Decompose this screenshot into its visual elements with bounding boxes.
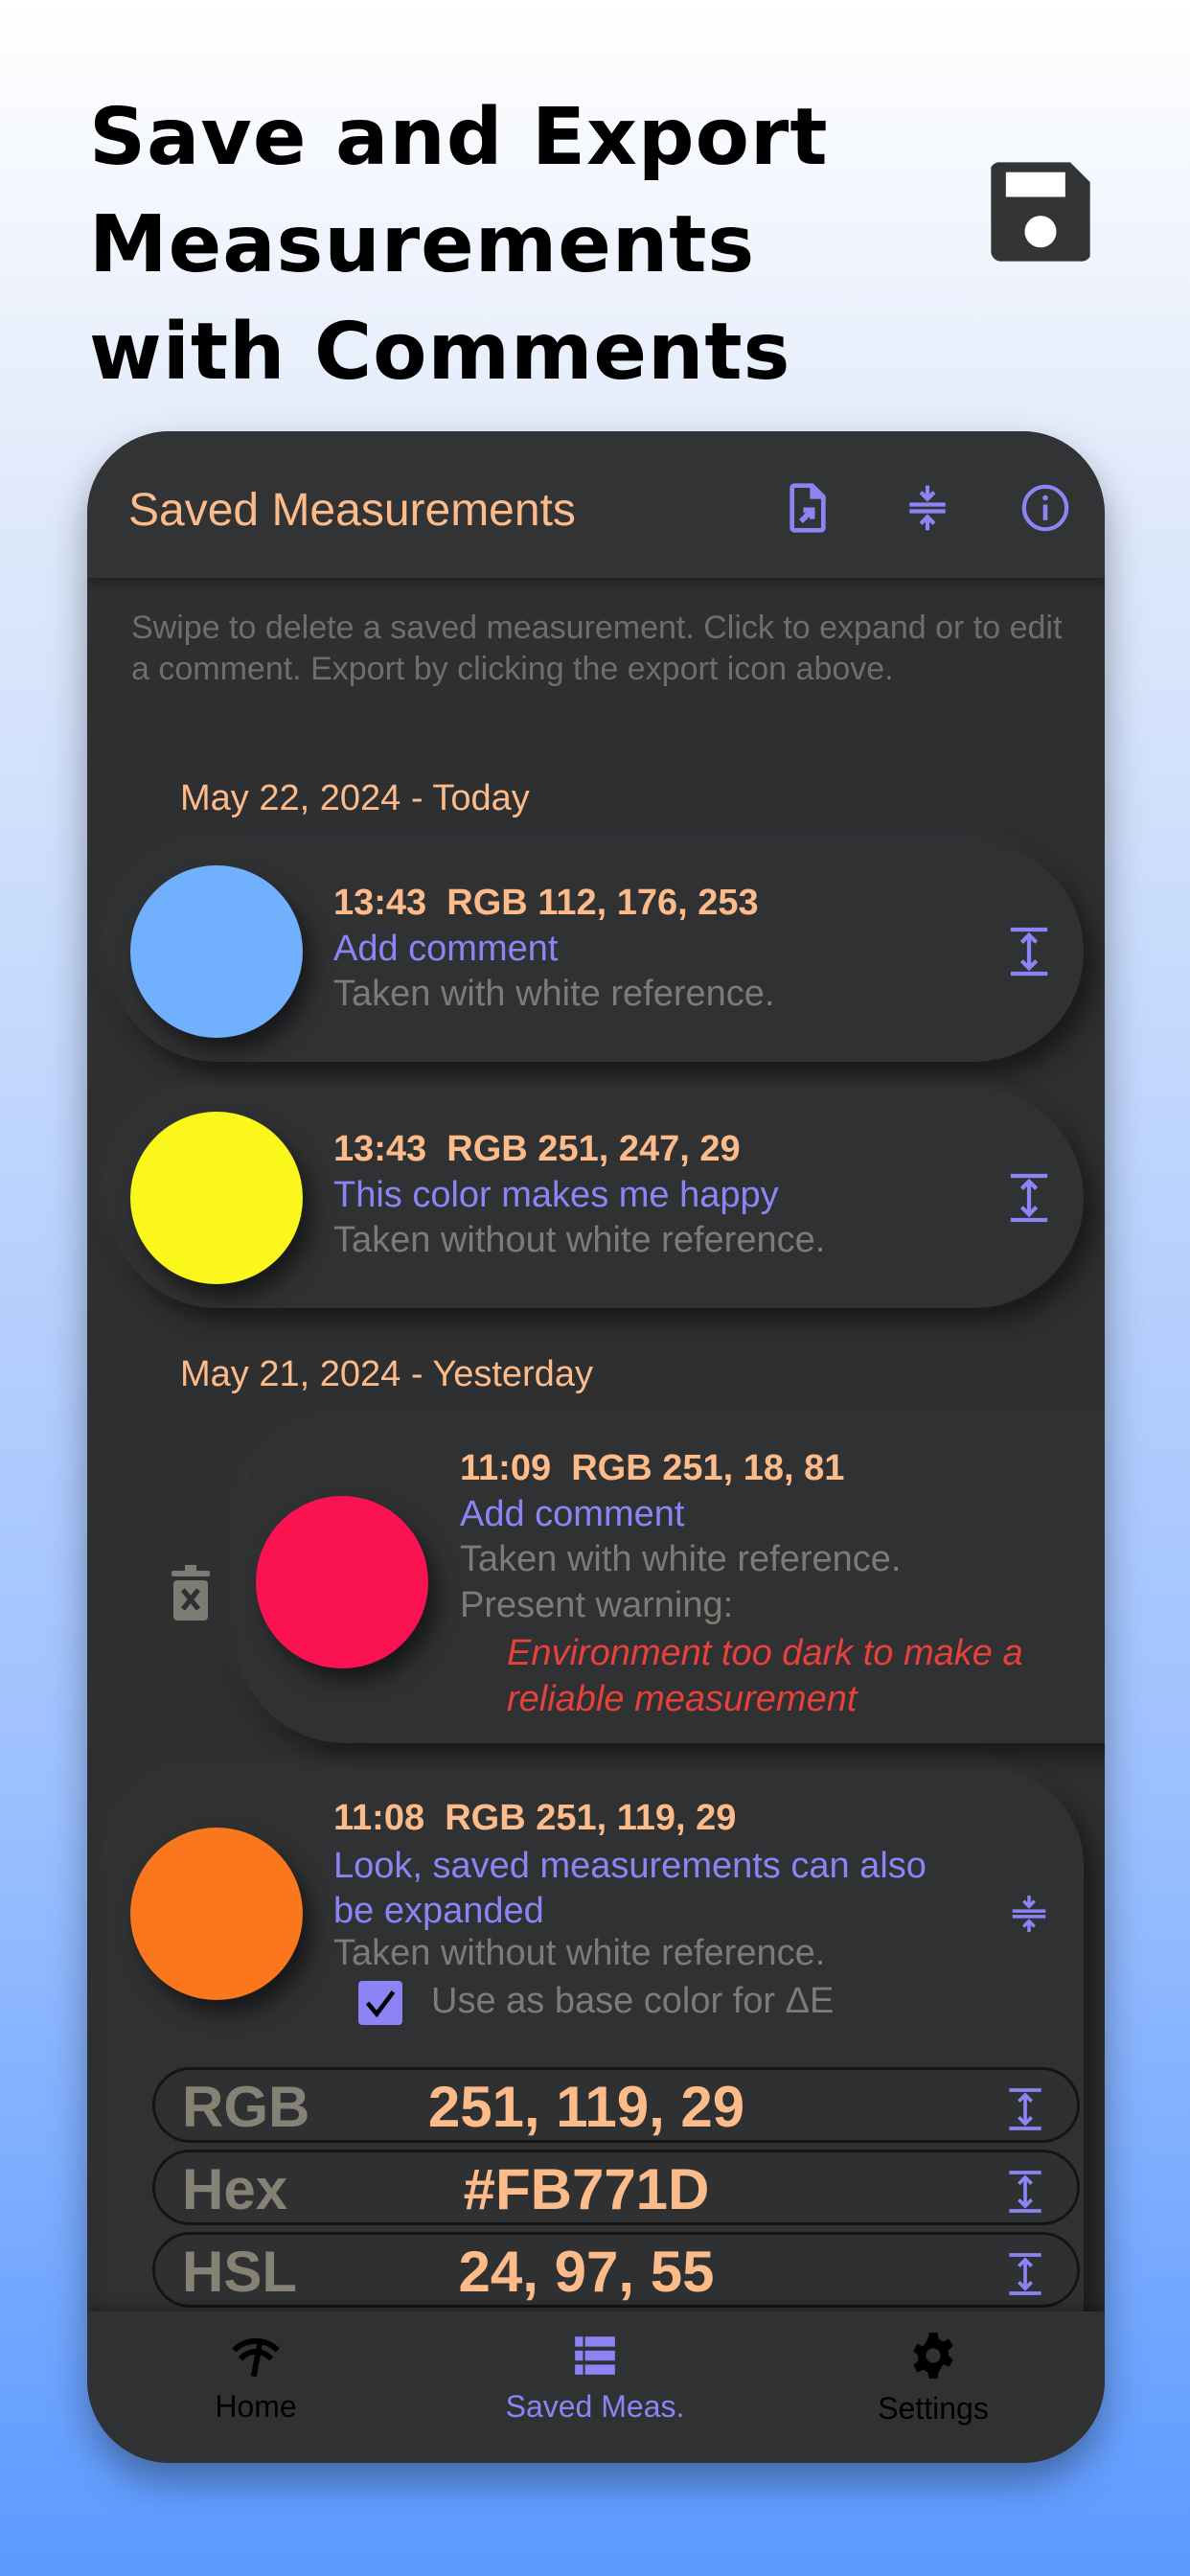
warning-label: Present warning: [460,1585,734,1625]
value-row-rgb[interactable]: RGB 251, 119, 29 [152,2067,1080,2143]
tab-settings[interactable]: Settings [790,2331,1077,2426]
measurement-card-swiped[interactable]: 11:09 RGB 251, 18, 81 Add comment Taken … [235,1419,1105,1743]
phone-screen: Saved Measurements Swipe to delete a sav… [87,431,1105,2463]
comment-text[interactable]: This color makes me happy [333,1175,779,1216]
delete-trash-icon[interactable] [170,1565,212,1622]
base-color-checkbox[interactable] [358,1981,402,2025]
headline: Save and Export Measurements with Commen… [89,84,829,406]
measurement-card[interactable]: 13:43 RGB 251, 247, 29 This color makes … [108,1089,1084,1308]
date-header: May 21, 2024 - Yesterday [180,1354,593,1394]
gear-icon [913,2333,953,2379]
export-file-icon[interactable] [781,481,835,535]
value-text: #FB771D [463,2157,710,2221]
reference-text: Taken without white reference. [333,1933,826,1973]
list-icon [575,2336,615,2375]
page-title: Saved Measurements [128,485,576,536]
collapse-all-icon[interactable] [901,481,954,535]
tab-label: Settings [878,2391,989,2426]
measurement-title: 13:43 RGB 251, 247, 29 [333,1129,741,1169]
tab-label: Saved Meas. [505,2389,685,2424]
value-row-hsl[interactable]: HSL 24, 97, 55 [152,2232,1080,2308]
checkmark-icon [365,1990,396,2018]
warning-text: Environment too dark to make a reliable … [507,1633,1023,1719]
comment-link[interactable]: Add comment [460,1494,684,1535]
expand-icon[interactable] [1006,2250,1044,2298]
expand-icon[interactable] [1006,2168,1044,2216]
help-text: Swipe to delete a saved measurement. Cli… [131,610,1063,687]
comment-text[interactable]: Look, saved measurements can also be exp… [333,1844,947,1934]
color-swatch [256,1496,428,1668]
headline-line: Measurements [89,199,756,290]
checkbox-label: Use as base color for ΔE [431,1981,835,2021]
collapse-icon[interactable] [1007,1888,1051,1940]
expand-icon[interactable] [1006,2085,1044,2133]
date-header: May 22, 2024 - Today [180,778,530,818]
value-text: 24, 97, 55 [458,2240,715,2304]
tab-bar: Home Saved Meas. Settings [87,2312,1105,2463]
headline-line: with Comments [89,307,791,398]
expand-icon[interactable] [1007,926,1051,978]
tab-label: Home [215,2389,297,2424]
color-swatch [130,1828,303,2000]
tab-saved-measurements[interactable]: Saved Meas. [451,2331,739,2425]
headline-line: Save and Export [89,92,829,183]
tab-home[interactable]: Home [112,2331,400,2425]
measurement-title: 11:08 RGB 251, 119, 29 [333,1798,737,1838]
measurement-card[interactable]: 13:43 RGB 112, 176, 253 Add comment Take… [108,842,1084,1062]
comment-link[interactable]: Add comment [333,929,558,970]
measurement-title: 11:09 RGB 251, 18, 81 [460,1448,845,1488]
reference-text: Taken with white reference. [333,974,775,1014]
app-header: Saved Measurements [87,431,1105,578]
info-icon[interactable] [1018,481,1072,535]
measurement-title: 13:43 RGB 112, 176, 253 [333,883,759,923]
expand-icon[interactable] [1007,1172,1051,1224]
color-swatch [130,1112,303,1284]
color-swatch [130,865,303,1038]
value-row-hex[interactable]: Hex #FB771D [152,2150,1080,2225]
floppy-disk-icon [991,162,1090,262]
reference-text: Taken with white reference. [460,1539,902,1579]
gauge-icon [232,2338,280,2378]
reference-text: Taken without white reference. [333,1220,826,1260]
value-text: 251, 119, 29 [427,2075,745,2139]
